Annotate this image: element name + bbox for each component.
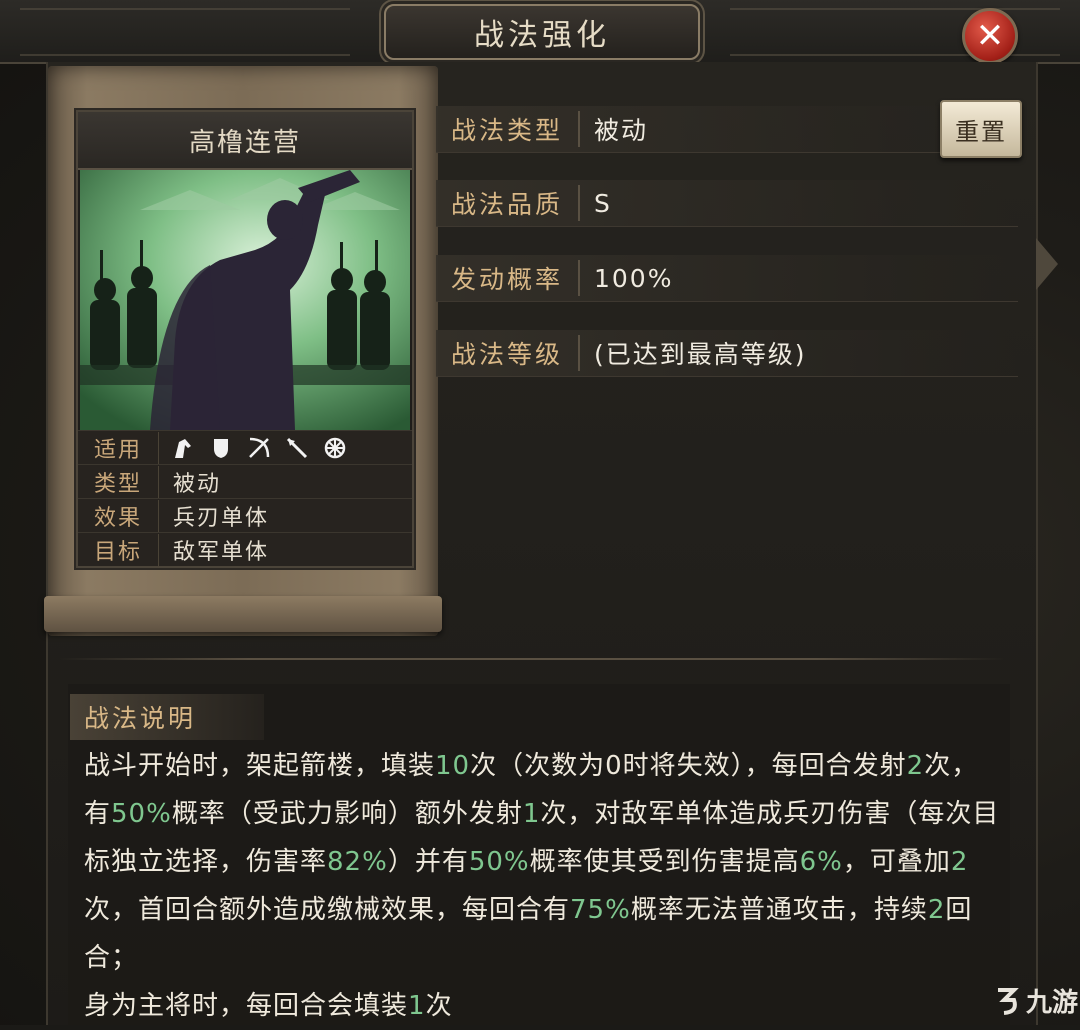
description-highlight-value: 6% [799,847,843,877]
trigger-rate-value: 100% [594,263,674,293]
effect-label: 效果 [78,499,159,532]
section-divider [60,658,1004,660]
description-segment: 次 [425,991,453,1021]
skill-quality-row: 战法品质 S [436,180,1018,227]
close-icon: ✕ [975,16,1005,56]
description-highlight-value: 50% [111,799,172,829]
target-value: 敌军单体 [173,539,270,565]
description-highlight-value: 1 [408,991,426,1021]
effect-row: 效果 兵刃单体 [78,498,412,532]
description-segment: 概率使其受到伤害提高 [529,847,800,877]
type-row: 类型 被动 [78,464,412,498]
watermark-text: 九游 [1026,988,1079,1018]
shield-icon [209,436,233,460]
siege-icon [323,436,347,460]
description-highlight-value: 2 [906,751,925,781]
target-row: 目标 敌军单体 [78,532,412,566]
description-segment: 次（次数为0时将失效），每回合发射 [470,751,907,781]
description-segment: ）并有 [387,847,469,877]
description-segment: 身为主将时，每回合会填装 [84,991,409,1021]
applicable-row: 适用 [78,430,412,464]
effect-value: 兵刃单体 [173,505,270,531]
description-segment: 次，首回合额外造成缴械效果，每回合有 [84,895,571,925]
close-button[interactable]: ✕ [962,8,1018,64]
skill-quality-value: S [594,188,612,218]
trigger-rate-row: 发动概率 100% [436,255,1018,302]
cavalry-icon [171,436,195,460]
description-segment: 战斗开始时，架起箭楼，填装 [84,751,436,781]
skill-level-label: 战法等级 [436,335,580,371]
skill-type-label: 战法类型 [436,111,580,147]
description-heading: 战法说明 [70,694,264,740]
target-label: 目标 [78,533,159,566]
description-highlight-value: 2 [950,847,969,877]
description-segment: 概率（受武力影响）额外发射 [171,799,523,829]
skill-type-row: 战法类型 被动 [436,106,1018,153]
skill-type-value: 被动 [594,116,649,145]
description-highlight-value: 1 [522,799,541,829]
skill-level-value: (已达到最高等级) [594,340,807,369]
description-segment: ，可叠加 [842,847,951,877]
watermark: 九游 [992,982,1078,1019]
description-highlight-value: 10 [435,751,471,781]
description-highlight-value: 50% [468,847,530,877]
skill-level-row: 战法等级 (已达到最高等级) [436,330,1018,377]
expand-arrow-icon[interactable] [1036,238,1058,290]
watermark-logo-icon [998,987,1019,1015]
reset-button[interactable]: 重置 [940,100,1022,158]
title-ornament-left [20,8,350,56]
type-value: 被动 [173,471,222,497]
description-highlight-value: 82% [327,847,388,877]
trigger-rate-label: 发动概率 [436,260,580,296]
description-text: 战斗开始时，架起箭楼，填装10次（次数为0时将失效），每回合发射2次，有50%概… [84,742,1004,1030]
applicable-label: 适用 [78,431,159,464]
description-segment: 概率无法普通攻击，持续 [630,895,928,925]
description-highlight-value: 75% [570,895,631,925]
type-label: 类型 [78,465,159,498]
window-title: 战法强化 [384,4,700,60]
bow-icon [247,436,271,460]
skill-card: 高橹连营 适用 类型 被动 效果 兵刃单体 目标 敌军单体 [76,110,414,568]
skill-artwork [80,170,410,430]
description-highlight-value: 2 [927,895,946,925]
skill-quality-label: 战法品质 [436,185,580,221]
spear-icon [285,436,309,460]
skill-name: 高橹连营 [78,112,412,170]
scroll-roller [44,596,442,632]
